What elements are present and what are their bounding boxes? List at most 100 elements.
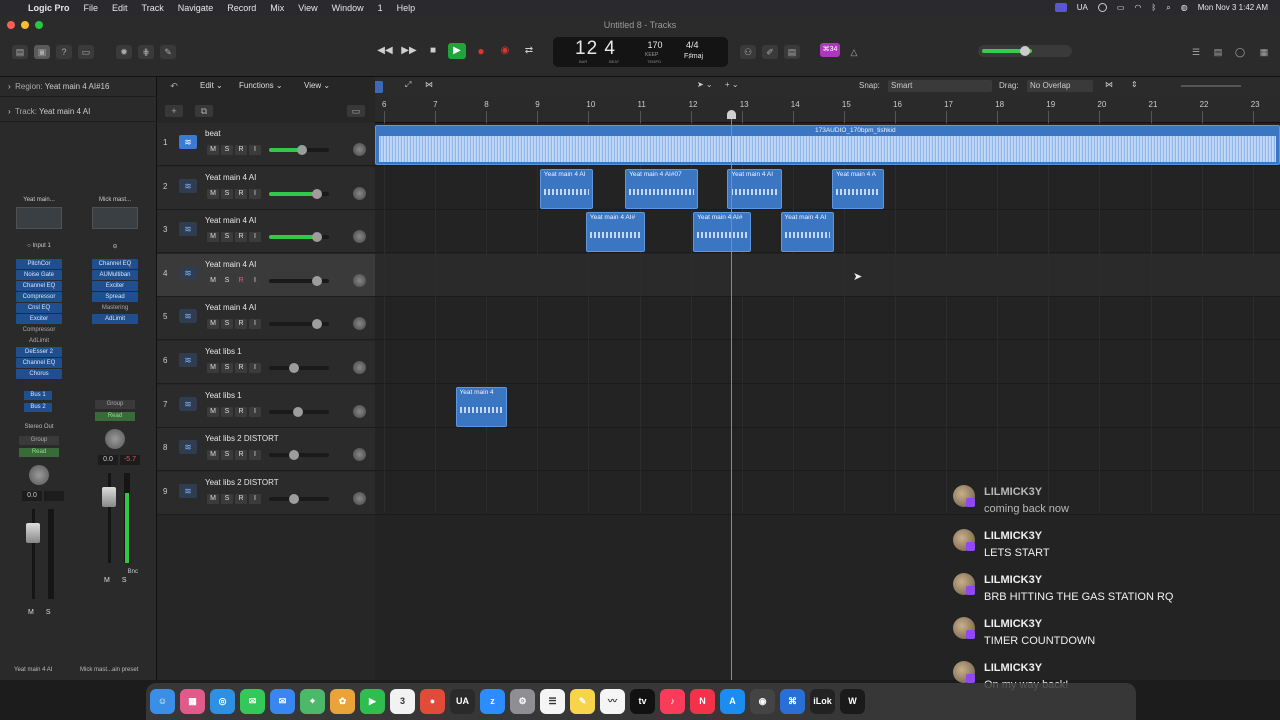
count-in-badge[interactable]: ⌘34 xyxy=(820,43,840,57)
output-slot[interactable]: Stereo Out xyxy=(8,424,70,430)
track-volume-slider[interactable] xyxy=(269,319,329,330)
list-editors-icon[interactable]: ☰ xyxy=(1188,45,1204,59)
track-solo-button[interactable]: S xyxy=(221,275,233,286)
track-name[interactable]: Yeat main 4 AI xyxy=(205,303,256,312)
menubar-clock[interactable]: Mon Nov 3 1:42 AM xyxy=(1198,3,1268,12)
track-name[interactable]: Yeat main 4 AI xyxy=(205,173,256,182)
menu-track[interactable]: Track xyxy=(142,3,164,13)
mute-button[interactable]: M xyxy=(104,577,110,584)
solo-button[interactable]: S xyxy=(46,609,51,616)
metronome-icon[interactable]: ▤ xyxy=(784,45,800,59)
mute-button[interactable]: M xyxy=(28,609,34,616)
track-record-button[interactable]: R xyxy=(235,363,247,373)
menu-view[interactable]: View xyxy=(298,3,317,13)
audio-region[interactable]: Yeat main 4 AI xyxy=(727,168,782,209)
track-record-button[interactable]: R xyxy=(235,406,247,417)
fader-cap[interactable] xyxy=(26,523,40,543)
track-pan-knob[interactable] xyxy=(353,186,366,200)
track-name[interactable]: Yeat libs 1 xyxy=(205,347,242,356)
track-lane[interactable] xyxy=(375,297,1280,341)
bar-ruler[interactable]: 6 7 8 9 10 11 12 13 14 15 16 17 18 19 20 21 22 23 xyxy=(375,97,1280,123)
disclosure-arrow-icon[interactable]: › xyxy=(8,107,11,116)
photos-icon[interactable]: ✿ xyxy=(330,689,355,714)
stop-button[interactable]: ■ xyxy=(424,43,442,59)
track-name[interactable]: Yeat libs 2 DISTORT xyxy=(205,478,279,487)
track-solo-button[interactable]: S xyxy=(221,319,233,330)
track-record-button[interactable]: R xyxy=(235,232,247,243)
send-slot[interactable]: Bus 1 xyxy=(24,391,52,400)
track-lane[interactable] xyxy=(375,428,1280,472)
duplicate-track-button[interactable]: ⧉ xyxy=(195,105,213,117)
plugin-slot[interactable]: Chorus xyxy=(16,369,62,379)
plugin-slot[interactable]: Channel EQ xyxy=(16,281,62,291)
ua-label[interactable]: UA xyxy=(1077,3,1088,12)
track-volume-knob[interactable] xyxy=(311,319,322,330)
global-tracks-button[interactable]: ▭ xyxy=(347,105,365,117)
notes-icon[interactable]: ✎ xyxy=(570,689,595,714)
list-view-icon[interactable] xyxy=(375,81,383,93)
plugin-slot[interactable]: Exciter xyxy=(16,314,62,324)
peak-value[interactable] xyxy=(44,491,64,501)
toolbar-icon[interactable]: ▭ xyxy=(78,45,94,59)
plugin-slot[interactable]: PitchCor xyxy=(16,259,62,269)
track-pan-knob[interactable] xyxy=(353,317,366,331)
waves-icon[interactable]: W xyxy=(840,689,865,714)
track-mute-button[interactable]: M xyxy=(207,275,219,286)
menu-1[interactable]: 1 xyxy=(378,3,383,13)
browser-icon[interactable]: ▦ xyxy=(1256,45,1272,59)
zoom-window-button[interactable] xyxy=(35,21,43,29)
track-header[interactable]: 5 ≋ Yeat main 4 AI M S R I xyxy=(157,297,375,341)
finder-icon[interactable]: ☺ xyxy=(150,689,175,714)
track-input-monitor-button[interactable]: I xyxy=(249,363,261,373)
track-lane[interactable] xyxy=(375,385,1280,428)
track-input-monitor-button[interactable]: I xyxy=(249,275,261,286)
playhead[interactable] xyxy=(727,110,737,680)
search-icon[interactable]: ⌕ xyxy=(1166,3,1170,13)
audio-region[interactable]: Yeat main 4 AI# xyxy=(585,212,645,253)
track-volume-slider[interactable] xyxy=(269,275,329,286)
rewind-button[interactable]: ◀◀ xyxy=(376,43,394,59)
add-track-button[interactable]: + xyxy=(165,105,183,117)
bluetooth-icon[interactable]: ᛒ xyxy=(1151,3,1156,12)
track-input-monitor-button[interactable]: I xyxy=(249,145,261,155)
minimize-window-button[interactable] xyxy=(21,21,29,29)
lcd-tempo[interactable]: 170 xyxy=(645,40,665,50)
library-icon[interactable]: ▤ xyxy=(12,45,28,59)
track-record-button[interactable]: R xyxy=(235,188,247,199)
menu-edit[interactable]: Edit xyxy=(112,3,128,13)
track-pan-knob[interactable] xyxy=(353,273,366,287)
zoom-icon[interactable]: z xyxy=(480,689,505,714)
mixer-icon[interactable]: ⋕ xyxy=(138,45,154,59)
send-slot[interactable]: Bus 2 xyxy=(24,403,52,412)
bounce-button[interactable]: Bnc xyxy=(84,569,146,575)
track-solo-button[interactable]: S xyxy=(221,145,233,155)
capture-record-button[interactable]: ◉ xyxy=(496,43,514,59)
track-header[interactable]: 7 ≋ Yeat libs 1 MSRI xyxy=(157,384,375,428)
catch-icon[interactable]: ⤢ xyxy=(405,80,411,90)
lcd-time-signature[interactable]: 4/4 xyxy=(686,40,699,50)
safari-icon[interactable]: ◎ xyxy=(210,689,235,714)
track-name[interactable]: Yeat libs 1 xyxy=(205,391,242,400)
menu-help[interactable]: Help xyxy=(397,3,416,13)
plugin-slot[interactable]: Spread xyxy=(92,292,138,302)
track-mute-button[interactable]: M xyxy=(207,188,219,199)
track-name[interactable]: Yeat main 4 AI xyxy=(205,260,256,269)
peak-value[interactable]: -5.7 xyxy=(120,455,140,465)
track-name[interactable]: Yeat libs 2 DISTORT xyxy=(205,434,279,443)
group-slot[interactable]: Group xyxy=(19,436,59,445)
loop-browser-icon[interactable]: ◯ xyxy=(1232,45,1248,59)
track-header[interactable]: 2 ≋ Yeat main 4 AI M S R I xyxy=(157,166,375,210)
automation-mode[interactable]: Read xyxy=(19,448,59,457)
track-solo-button[interactable]: S xyxy=(221,232,233,243)
track-volume-slider[interactable] xyxy=(269,363,329,373)
master-volume-knob[interactable] xyxy=(1020,46,1030,56)
notepad-icon[interactable]: ▤ xyxy=(1210,45,1226,59)
back-icon[interactable]: ↶ xyxy=(165,80,183,92)
tuner-icon[interactable]: ⚇ xyxy=(740,45,756,59)
ilok-icon[interactable]: iLok xyxy=(810,689,835,714)
track-input-monitor-button[interactable]: I xyxy=(249,406,261,417)
mail-icon[interactable]: ✉ xyxy=(270,689,295,714)
record-button[interactable]: ● xyxy=(472,43,490,59)
track-lane[interactable] xyxy=(375,341,1280,384)
plugin-slot[interactable]: AUMultiban xyxy=(92,270,138,280)
